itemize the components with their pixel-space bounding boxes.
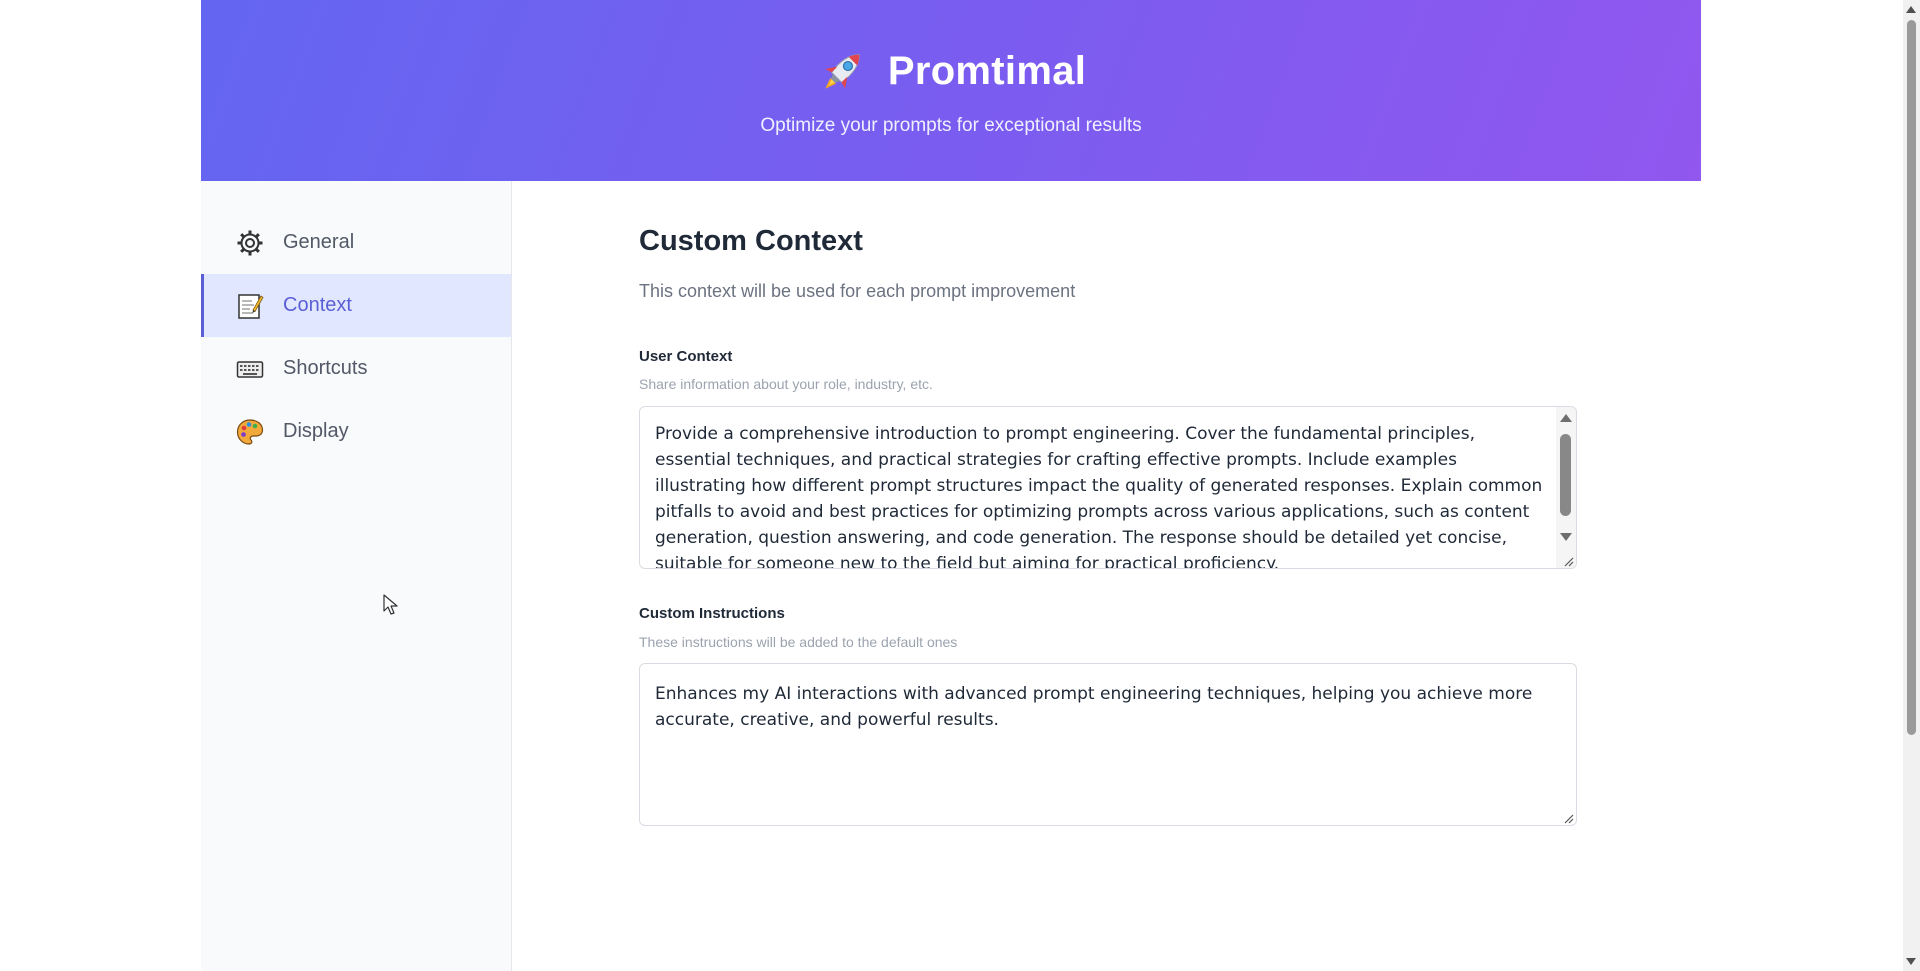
app-subtitle: Optimize your prompts for exceptional re…: [760, 115, 1142, 136]
scroll-down-icon[interactable]: [1560, 533, 1572, 541]
sidebar-item-label: General: [283, 231, 355, 253]
main-content: Custom Context This context will be used…: [512, 181, 1701, 971]
page-title: Custom Context: [639, 225, 863, 257]
sidebar-item-display[interactable]: Display: [201, 400, 511, 463]
app-header: Promtimal Optimize your prompts for exce…: [201, 0, 1701, 181]
page-scroll-up-icon[interactable]: [1906, 6, 1916, 13]
textarea-scrollbar[interactable]: [1556, 407, 1576, 568]
user-context-text: Provide a comprehensive introduction to …: [655, 424, 1543, 569]
resize-handle-icon[interactable]: [1562, 811, 1574, 824]
page-description: This context will be used for each promp…: [639, 281, 1076, 301]
scroll-up-icon[interactable]: [1560, 414, 1572, 422]
memo-icon: [235, 291, 265, 321]
page-scrollbar[interactable]: [1903, 0, 1920, 971]
user-context-label: User Context: [639, 348, 733, 365]
user-context-hint: Share information about your role, indus…: [639, 376, 933, 392]
page: Promtimal Optimize your prompts for exce…: [0, 0, 1903, 971]
sidebar-item-label: Display: [283, 420, 349, 442]
header-title-row: Promtimal: [201, 44, 1701, 98]
settings-app: Promtimal Optimize your prompts for exce…: [201, 0, 1701, 971]
sidebar: General Context Shortcuts Display: [201, 181, 512, 971]
sidebar-list: General Context Shortcuts Display: [201, 181, 511, 463]
custom-instructions-textarea[interactable]: Enhances my AI interactions with advance…: [639, 663, 1577, 826]
custom-instructions-text: Enhances my AI interactions with advance…: [655, 684, 1533, 730]
sidebar-item-label: Shortcuts: [283, 357, 368, 379]
sidebar-item-label: Context: [283, 294, 352, 316]
custom-instructions-hint: These instructions will be added to the …: [639, 634, 958, 650]
user-context-textarea[interactable]: Provide a comprehensive introduction to …: [639, 406, 1577, 569]
sidebar-item-general[interactable]: General: [201, 211, 511, 274]
custom-instructions-label: Custom Instructions: [639, 605, 785, 622]
resize-handle-icon[interactable]: [1562, 554, 1574, 567]
page-scrollbar-thumb[interactable]: [1907, 20, 1916, 735]
palette-icon: [235, 417, 265, 447]
app-title: Promtimal: [887, 48, 1087, 93]
mouse-cursor-icon: [383, 594, 399, 616]
rocket-icon: [816, 44, 870, 98]
keyboard-icon: [235, 354, 265, 384]
page-scroll-down-icon[interactable]: [1906, 958, 1916, 965]
sidebar-item-context[interactable]: Context: [201, 274, 511, 337]
gear-icon: [235, 228, 265, 258]
sidebar-item-shortcuts[interactable]: Shortcuts: [201, 337, 511, 400]
scrollbar-thumb[interactable]: [1560, 434, 1571, 516]
